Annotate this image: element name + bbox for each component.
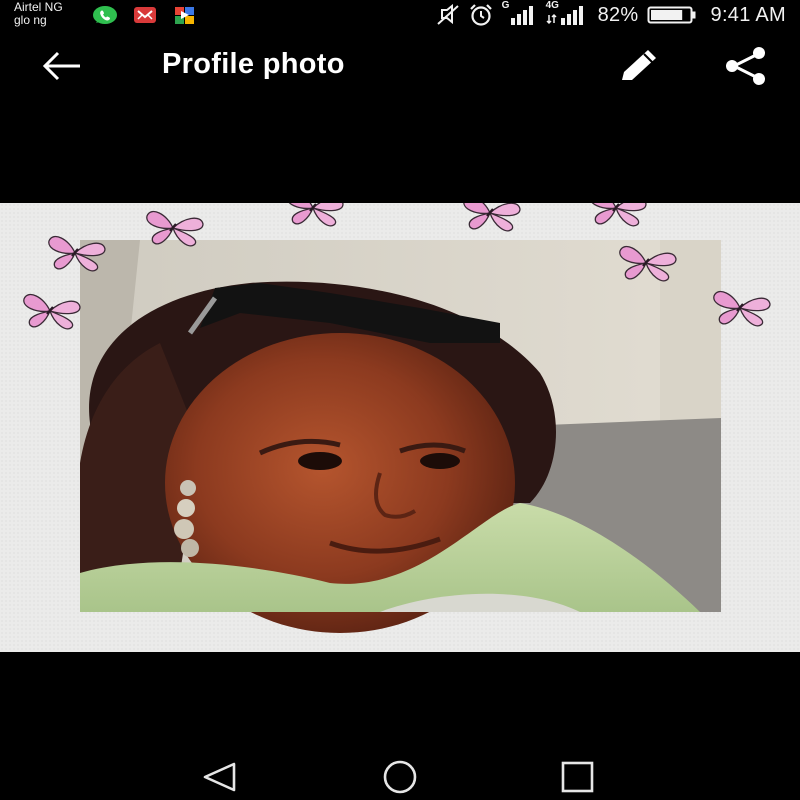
signal-1: G — [502, 0, 538, 27]
profile-photo — [0, 203, 800, 652]
profile-photo-screen: Airtel NG glo ng G 4G 82% 9:41 AM Profil… — [0, 0, 800, 800]
whatsapp-icon — [93, 6, 117, 24]
selfie-photo — [80, 240, 721, 633]
page-title: Profile photo — [162, 48, 345, 80]
status-bar: Airtel NG glo ng G 4G 82% 9:41 AM — [0, 0, 800, 30]
battery-icon — [647, 6, 696, 24]
edit-pencil-icon — [622, 50, 656, 80]
clock: 9:41 AM — [710, 3, 786, 26]
share-icon — [726, 47, 765, 85]
notification-icons — [92, 5, 198, 25]
nav-back-button[interactable] — [196, 760, 246, 794]
carrier-labels: Airtel NG glo ng — [14, 1, 63, 27]
nav-home-icon — [383, 760, 417, 794]
navigation-bar — [0, 752, 800, 800]
nav-back-icon — [203, 762, 236, 792]
signal-bars-icon — [546, 6, 583, 25]
app-bar: Profile photo — [0, 36, 800, 96]
signal-2: 4G — [546, 0, 590, 27]
mail-icon — [134, 7, 156, 23]
alarm-icon — [469, 4, 492, 26]
mute-icon — [436, 4, 459, 25]
nav-recents-button[interactable] — [553, 760, 603, 794]
profile-photo-image — [22, 203, 772, 633]
back-arrow-icon — [42, 51, 80, 81]
nav-recents-icon — [561, 761, 594, 793]
battery-percent: 82% — [597, 3, 639, 26]
nav-home-button[interactable] — [375, 760, 425, 794]
battery-fill — [650, 10, 682, 20]
back-button[interactable] — [34, 46, 90, 86]
carrier-2: glo ng — [14, 13, 47, 27]
play-store-icon — [175, 7, 194, 24]
system-status: G 4G 82% 9:41 AM — [436, 0, 786, 27]
edit-button[interactable] — [612, 46, 668, 86]
share-button[interactable] — [718, 46, 774, 86]
signal-bars-icon — [510, 6, 533, 25]
